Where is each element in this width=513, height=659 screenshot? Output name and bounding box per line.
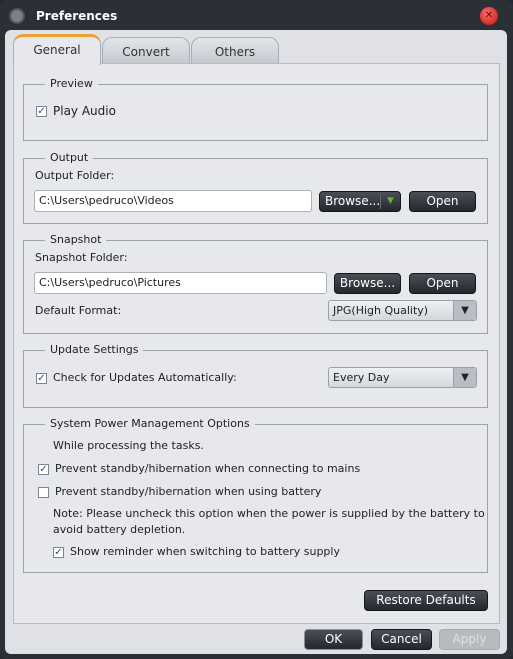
restore-defaults-button[interactable]: Restore Defaults <box>364 590 488 611</box>
ok-button[interactable]: OK <box>304 629 363 650</box>
snapshot-browse-button[interactable]: Browse... <box>334 273 401 294</box>
tab-others[interactable]: Others <box>191 37 279 64</box>
power-intro-text: While processing the tasks. <box>53 439 204 452</box>
preview-legend: Preview <box>45 77 98 90</box>
tab-convert[interactable]: Convert <box>102 37 190 64</box>
power-management-legend: System Power Management Options <box>45 417 255 430</box>
dropdown-arrow-icon[interactable]: ▼ <box>380 194 400 209</box>
snapshot-legend: Snapshot <box>45 233 107 246</box>
play-audio-label: Play Audio <box>53 104 116 118</box>
battery-reminder-label: Show reminder when switching to battery … <box>70 545 340 558</box>
tab-general[interactable]: General <box>13 34 101 65</box>
prevent-standby-mains-checkbox[interactable]: ✓ <box>38 464 49 475</box>
output-legend: Output <box>45 151 94 164</box>
snapshot-folder-label: Snapshot Folder: <box>35 251 128 264</box>
snapshot-open-button[interactable]: Open <box>409 273 476 294</box>
chevron-down-icon[interactable]: ▼ <box>453 301 476 320</box>
window-title: Preferences <box>36 9 118 23</box>
prevent-standby-battery-checkbox[interactable] <box>38 487 49 498</box>
play-audio-checkbox[interactable]: ✓ <box>36 106 47 117</box>
output-browse-button[interactable]: Browse... ▼ <box>319 191 401 212</box>
battery-reminder-checkbox[interactable]: ✓ <box>53 547 64 558</box>
browse-label: Browse... <box>325 194 381 208</box>
default-format-value: JPG(High Quality) <box>333 304 429 317</box>
output-open-button[interactable]: Open <box>409 191 476 212</box>
default-format-select[interactable]: JPG(High Quality) ▼ <box>328 300 477 321</box>
check-updates-label: Check for Updates Automatically: <box>53 371 237 384</box>
apply-button[interactable]: Apply <box>439 629 500 650</box>
update-frequency-value: Every Day <box>333 371 390 384</box>
update-settings-legend: Update Settings <box>45 343 144 356</box>
film-reel-icon <box>9 8 25 24</box>
update-frequency-select[interactable]: Every Day ▼ <box>328 367 477 388</box>
snapshot-folder-input[interactable]: C:\Users\pedruco\Pictures <box>34 272 327 294</box>
check-updates-checkbox[interactable]: ✓ <box>36 373 47 384</box>
default-format-label: Default Format: <box>35 304 122 317</box>
prevent-standby-mains-label: Prevent standby/hibernation when connect… <box>55 462 361 475</box>
battery-note-line1: Note: Please uncheck this option when th… <box>53 507 485 520</box>
prevent-standby-battery-label: Prevent standby/hibernation when using b… <box>55 485 322 498</box>
output-folder-label: Output Folder: <box>35 169 115 182</box>
cancel-button[interactable]: Cancel <box>371 629 432 650</box>
chevron-down-icon[interactable]: ▼ <box>453 368 476 387</box>
output-folder-input[interactable]: C:\Users\pedruco\Videos <box>34 190 312 212</box>
battery-note-line2: avoid battery depletion. <box>53 523 186 536</box>
close-icon[interactable]: ✕ <box>480 7 498 25</box>
